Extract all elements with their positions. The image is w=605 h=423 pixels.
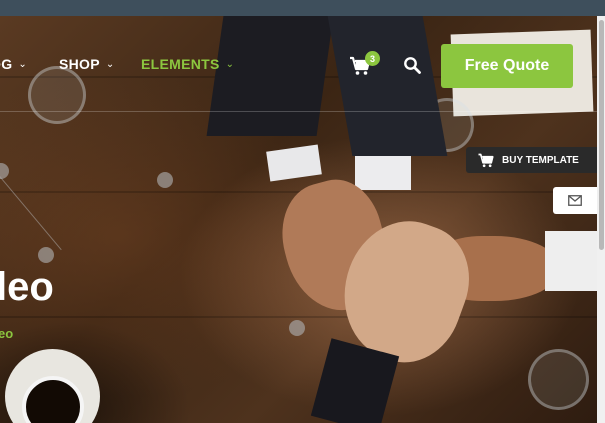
nav-item-shop[interactable]: SHOP ⌄ [59,56,115,72]
nav-item-label: SHOP [59,56,100,72]
nav-item-blog[interactable]: OG ⌄ [0,56,27,72]
envelope-icon [568,195,582,206]
hero-title: leo [0,265,54,309]
top-bar [0,0,605,16]
hero-subtitle[interactable]: eo [0,326,13,341]
network-dot [0,163,9,179]
header-divider [0,111,597,112]
water-glass [528,349,589,410]
nav-item-label: OG [0,56,13,72]
chevron-down-icon: ⌄ [225,58,235,70]
scrollbar-thumb[interactable] [599,20,604,250]
chevron-down-icon: ⌄ [18,58,28,70]
water-glass [28,66,86,124]
cart-icon [478,153,494,167]
chevron-down-icon: ⌄ [105,58,115,70]
network-dot [38,247,54,263]
buy-template-button[interactable]: BUY TEMPLATE [466,147,597,173]
shirt-cuff [355,156,411,190]
search-icon[interactable] [403,56,421,74]
buy-template-label: BUY TEMPLATE [502,154,579,166]
network-dot [157,172,173,188]
wood-grain [0,316,597,318]
cart-count-badge: 3 [365,51,380,66]
shirt-cuff [545,231,597,291]
suit-sleeve [327,16,448,156]
suit-sleeve [206,16,334,136]
shirt-cuff [266,144,322,182]
contact-mail-button[interactable] [553,187,597,214]
network-dot [289,320,305,336]
nav-item-label: ELEMENTS [141,56,220,72]
network-line [0,176,62,251]
free-quote-button[interactable]: Free Quote [441,44,573,88]
nav-item-elements[interactable]: ELEMENTS ⌄ [141,56,234,72]
